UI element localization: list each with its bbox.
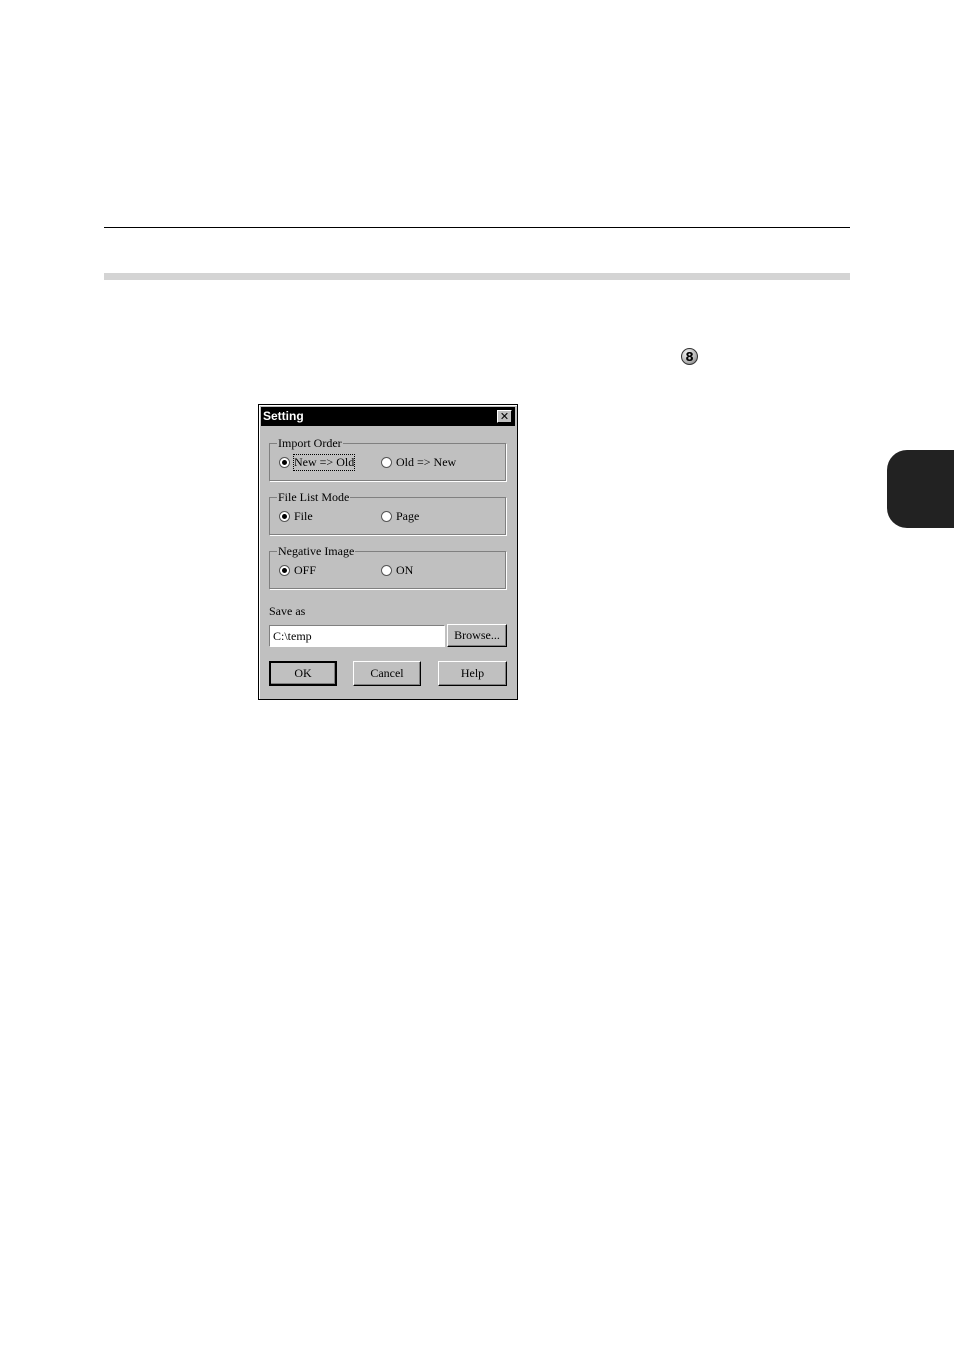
file-list-mode-group: File List Mode File Page — [269, 490, 506, 535]
close-button[interactable]: ✕ — [497, 410, 512, 423]
negative-image-label: Negative Image — [277, 544, 356, 558]
file-list-mode-label: File List Mode — [277, 490, 351, 504]
radio-label: OFF — [294, 563, 317, 577]
radio-unselected-icon — [381, 457, 392, 468]
radio-selected-icon — [279, 511, 290, 522]
ok-button[interactable]: OK — [269, 661, 337, 686]
radio-selected-icon — [279, 565, 290, 576]
step-number-badge: 8 — [681, 348, 698, 365]
radio-selected-icon — [279, 457, 290, 468]
browse-button[interactable]: Browse... — [447, 624, 507, 647]
negative-image-on-radio[interactable]: ON — [381, 563, 413, 578]
import-order-label: Import Order — [277, 436, 343, 450]
setting-dialog: Setting ✕ Import Order New => Old Old =>… — [258, 404, 518, 700]
radio-label: File — [294, 509, 313, 523]
negative-image-off-radio[interactable]: OFF — [279, 563, 316, 578]
help-button[interactable]: Help — [438, 661, 507, 686]
header-rule — [104, 227, 850, 228]
radio-label: ON — [396, 563, 414, 577]
close-icon: ✕ — [499, 410, 510, 423]
negative-image-group: Negative Image OFF ON — [269, 544, 506, 589]
section-bar — [104, 273, 850, 280]
import-order-old-to-new-radio[interactable]: Old => New — [381, 455, 456, 470]
import-order-group: Import Order New => Old Old => New — [269, 436, 506, 481]
file-list-mode-page-radio[interactable]: Page — [381, 509, 419, 524]
cancel-button[interactable]: Cancel — [353, 661, 421, 686]
save-as-label: Save as — [269, 604, 306, 618]
title-bar[interactable]: Setting ✕ — [261, 407, 515, 426]
radio-unselected-icon — [381, 511, 392, 522]
radio-label: New => Old — [292, 454, 356, 471]
radio-label: Old => New — [396, 455, 457, 469]
chapter-tab — [887, 450, 954, 528]
file-list-mode-file-radio[interactable]: File — [279, 509, 313, 524]
radio-label: Page — [396, 509, 420, 523]
radio-unselected-icon — [381, 565, 392, 576]
import-order-new-to-old-radio[interactable]: New => Old — [279, 454, 356, 471]
save-path-input[interactable] — [269, 625, 445, 647]
dialog-title: Setting — [263, 409, 304, 423]
